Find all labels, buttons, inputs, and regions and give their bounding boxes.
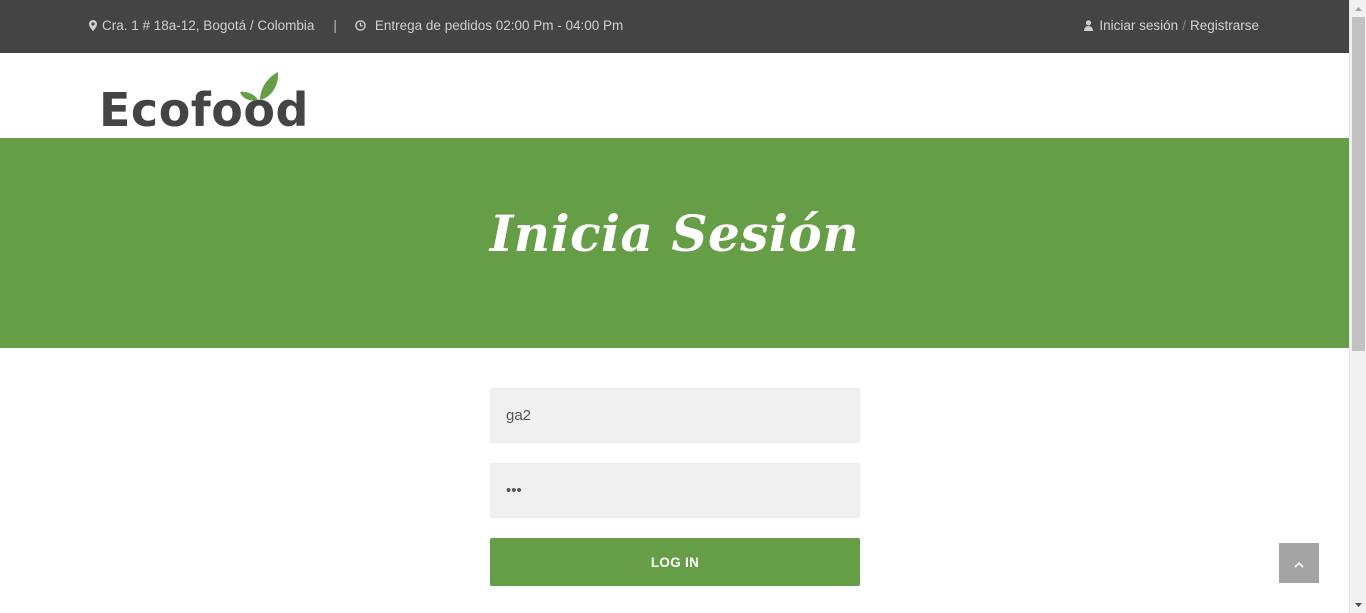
page-title: Inicia Sesión (489, 204, 860, 263)
scroll-down-arrow-icon[interactable] (1350, 596, 1366, 613)
chevron-up-icon (1294, 556, 1304, 571)
user-icon (1084, 20, 1094, 31)
site-logo[interactable]: Ecofood (99, 71, 314, 133)
site-header: Ecofood (0, 53, 1349, 138)
link-divider: / (1182, 18, 1186, 33)
username-field[interactable] (490, 388, 860, 443)
register-link[interactable]: Registrarse (1190, 18, 1259, 33)
back-to-top-button[interactable] (1279, 543, 1319, 583)
separator: | (333, 18, 337, 33)
password-field[interactable] (490, 463, 860, 518)
top-bar: Cra. 1 # 18a-12, Bogotá / Colombia | Ent… (0, 0, 1349, 53)
login-link[interactable]: Iniciar sesión (1099, 18, 1178, 33)
vertical-scrollbar[interactable] (1349, 0, 1366, 613)
page-banner: Inicia Sesión (0, 138, 1349, 348)
scrollbar-thumb[interactable] (1352, 17, 1365, 351)
leaf-icon (239, 71, 279, 101)
clock-icon (355, 20, 366, 31)
delivery-hours-text: Entrega de pedidos 02:00 Pm - 04:00 Pm (374, 18, 624, 33)
address-text: Cra. 1 # 18a-12, Bogotá / Colombia (102, 18, 315, 33)
contact-info: Cra. 1 # 18a-12, Bogotá / Colombia | Ent… (89, 18, 623, 33)
scroll-up-arrow-icon[interactable] (1350, 0, 1366, 17)
page: Cra. 1 # 18a-12, Bogotá / Colombia | Ent… (0, 0, 1349, 613)
account-links: Iniciar sesión / Registrarse (1084, 18, 1259, 33)
map-pin-icon (89, 20, 97, 31)
login-button[interactable]: LOG IN (490, 538, 860, 586)
